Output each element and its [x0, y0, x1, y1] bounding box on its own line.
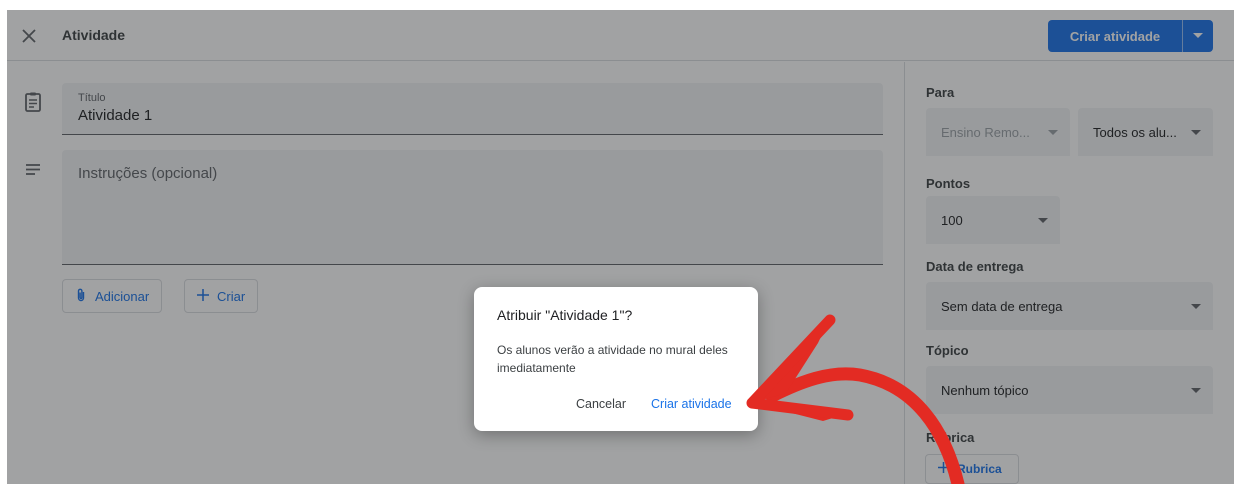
- assign-dialog: Atribuir "Atividade 1"? Os alunos verão …: [474, 287, 758, 431]
- confirm-create-button[interactable]: Criar atividade: [651, 397, 732, 411]
- app-window: Atividade Criar atividade Título Ativida…: [7, 10, 1234, 484]
- dialog-body: Os alunos verão a atividade no mural del…: [497, 343, 728, 375]
- dialog-title: Atribuir "Atividade 1"?: [497, 307, 633, 323]
- cancel-button[interactable]: Cancelar: [576, 397, 626, 411]
